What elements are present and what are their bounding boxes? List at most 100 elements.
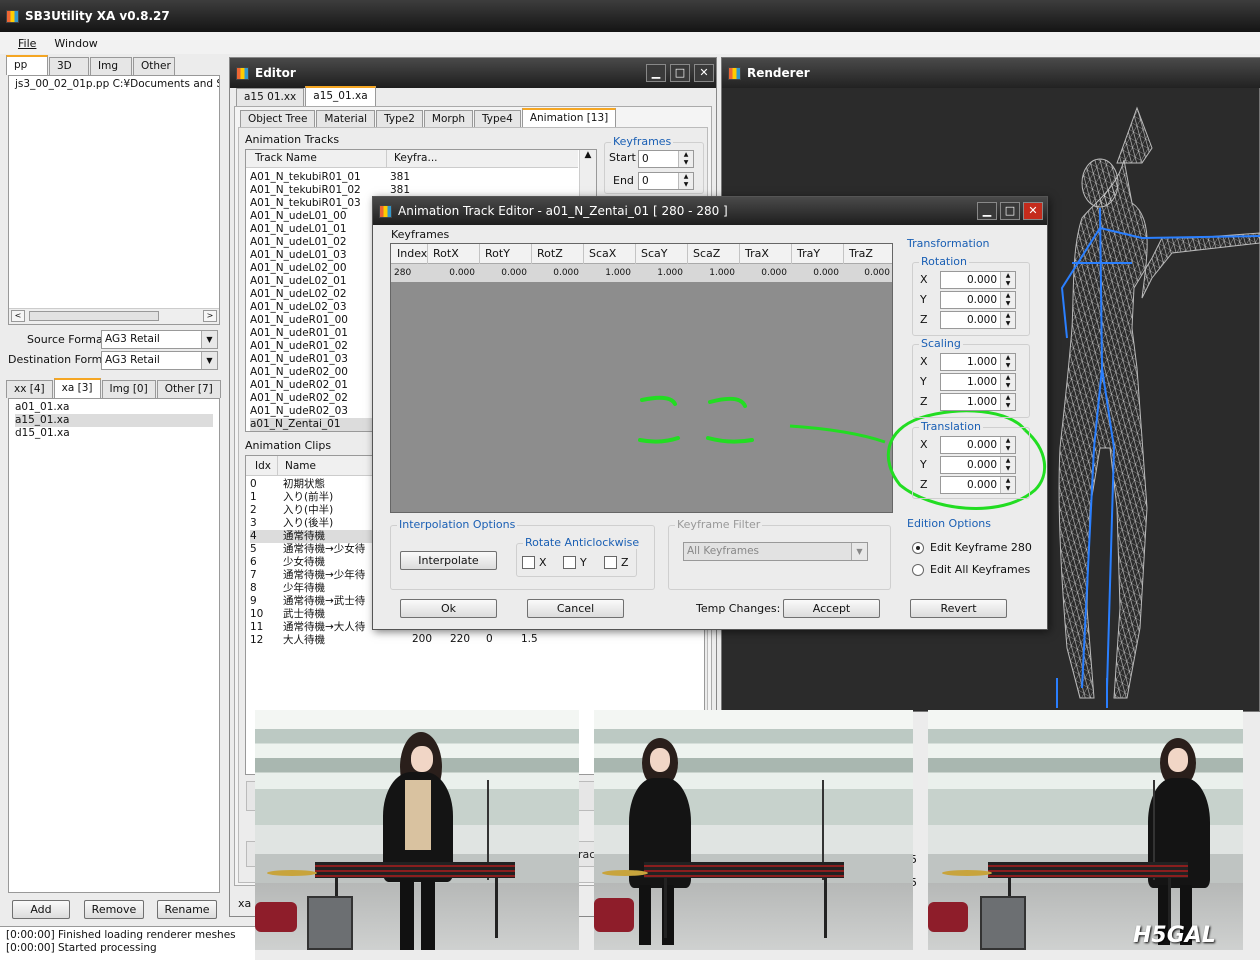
cancel-button[interactable]: Cancel [527,599,624,618]
column-header-keyframes[interactable]: Keyfra... [394,152,438,164]
editor-titlebar: Editor ▁ □ ✕ [230,58,716,88]
ok-button[interactable]: Ok [400,599,497,618]
spinner-icon[interactable]: ▲ ▼ [1000,312,1015,328]
tab-3d[interactable]: 3D [49,57,89,75]
edit-all-keyframes-radio[interactable] [912,564,924,576]
spinner-icon[interactable]: ▲ ▼ [1000,272,1015,288]
column-header[interactable]: ScaZ [693,247,720,260]
list-item[interactable]: a15_01.xa [15,414,213,427]
tab-other[interactable]: Other [133,57,175,75]
tab-xa[interactable]: xa [3] [53,378,101,398]
tab-type4[interactable]: Type4 [474,110,521,128]
column-header-idx[interactable]: Idx [255,460,271,472]
translation-y-input[interactable]: 0.000 ▲ ▼ [940,456,1016,474]
tab-material[interactable]: Material [316,110,376,128]
spinner-icon[interactable]: ▲ ▼ [1000,394,1015,410]
spinner-icon[interactable]: ▲ ▼ [1000,374,1015,390]
edit-keyframe-radio[interactable] [912,542,924,554]
dialog-maximize-button[interactable]: □ [1000,202,1020,220]
source-format-select[interactable]: AG3 Retail ▼ [101,330,218,349]
translation-z-input[interactable]: 0.000 ▲ ▼ [940,476,1016,494]
rotation-x-input[interactable]: 0.000 ▲ ▼ [940,271,1016,289]
list-item[interactable]: a01_01.xa [15,401,213,414]
editor-bottom-tab[interactable]: xa [238,897,251,910]
clip-idx: 1 [250,491,257,503]
end-input[interactable]: 0 ▲ ▼ [638,172,694,190]
column-header[interactable]: RotZ [537,247,563,260]
tab-object-tree[interactable]: Object Tree [240,110,316,128]
accept-button[interactable]: Accept [783,599,880,618]
column-header[interactable]: Index [397,247,427,260]
horizontal-scrollbar[interactable]: < > [9,308,219,324]
list-item[interactable]: d15_01.xa [15,427,213,440]
minimize-button[interactable]: ▁ [646,64,666,82]
tab-animation[interactable]: Animation [13] [521,108,617,128]
cell-value: 0.000 [864,268,890,278]
spinner-icon[interactable]: ▲ ▼ [678,173,693,189]
cell-value: 0.000 [761,268,787,278]
spinner-icon[interactable]: ▲ ▼ [678,151,693,167]
clip-name: 入り(前半) [283,491,334,503]
tab-other-files[interactable]: Other [7] [156,380,221,398]
clip-idx: 10 [250,608,264,620]
scaling-x-input[interactable]: 1.000 ▲ ▼ [940,353,1016,371]
start-input[interactable]: 0 ▲ ▼ [638,150,694,168]
column-header[interactable]: TraY [797,247,820,260]
spinner-icon[interactable]: ▲ ▼ [1000,354,1015,370]
tab-type2[interactable]: Type2 [376,110,423,128]
scaling-y-input[interactable]: 1.000 ▲ ▼ [940,373,1016,391]
table-row[interactable]: 280 0.000 0.000 0.000 1.000 1.000 1.000 0.000 0.… [391,264,892,282]
left-bottom-tabs: xx [4] xa [3] Img [0] Other [7] [6,378,222,398]
tab-img-files[interactable]: Img [0] [101,380,156,398]
keyframe-filter-select[interactable]: All Keyframes ▼ [683,542,868,561]
revert-button[interactable]: Revert [910,599,1007,618]
rotate-z-checkbox[interactable] [604,556,617,569]
tab-morph[interactable]: Morph [423,110,474,128]
source-format-value: AG3 Retail [105,333,160,345]
clip-values: 200 220 0 1.5 [412,633,552,646]
column-header[interactable]: ScaY [641,247,668,260]
rotation-z-input[interactable]: 0.000 ▲ ▼ [940,311,1016,329]
maximize-button[interactable]: □ [670,64,690,82]
column-header[interactable]: TraZ [849,247,873,260]
rotation-y-input[interactable]: 0.000 ▲ ▼ [940,291,1016,309]
dialog-close-button[interactable]: ✕ [1023,202,1043,220]
column-header[interactable]: RotX [433,247,459,260]
rotate-y-checkbox[interactable] [563,556,576,569]
add-button[interactable]: Add [12,900,70,919]
menu-file[interactable]: File [18,37,36,50]
translation-x-input[interactable]: 0.000 ▲ ▼ [940,436,1016,454]
column-header-name[interactable]: Name [285,460,316,472]
spinner-icon[interactable]: ▲ ▼ [1000,477,1015,493]
tab-xa-file[interactable]: a15_01.xa [305,86,376,106]
tab-xx-file[interactable]: a15 01.xx [236,88,305,106]
cell-value: 0.000 [813,268,839,278]
clip-idx: 0 [250,478,257,490]
column-header[interactable]: RotY [485,247,510,260]
scaling-z-input[interactable]: 1.000 ▲ ▼ [940,393,1016,411]
xa-file-list[interactable]: a01_01.xa a15_01.xa d15_01.xa [8,398,220,893]
destination-format-select[interactable]: AG3 Retail ▼ [101,351,218,370]
pp-file-item[interactable]: js3_00_02_01p.pp C:¥Documents and Se [9,76,219,90]
tab-xx[interactable]: xx [4] [6,380,53,398]
column-header[interactable]: ScaX [589,247,616,260]
spinner-icon[interactable]: ▲ ▼ [1000,292,1015,308]
interpolate-button[interactable]: Interpolate [400,551,497,570]
spinner-icon[interactable]: ▲ ▼ [1000,437,1015,453]
menu-window[interactable]: Window [54,37,97,50]
spinner-icon[interactable]: ▲ ▼ [1000,457,1015,473]
tab-img[interactable]: Img [90,57,132,75]
column-header[interactable]: TraX [745,247,769,260]
renderer-titlebar: Renderer [722,58,1260,88]
transformation-label: Transformation [905,237,992,250]
rotate-anticlockwise-label: Rotate Anticlockwise [523,536,642,549]
close-button[interactable]: ✕ [694,64,714,82]
rotate-x-checkbox[interactable] [522,556,535,569]
rename-button[interactable]: Rename [157,900,217,919]
remove-button[interactable]: Remove [84,900,144,919]
table-row[interactable]: A01_N_tekubiR01_01 381 [250,171,576,184]
dialog-minimize-button[interactable]: ▁ [977,202,997,220]
column-header-track-name[interactable]: Track Name [255,152,317,164]
pp-file-list[interactable]: js3_00_02_01p.pp C:¥Documents and Se < > [8,75,220,325]
tab-pp[interactable]: pp [6,55,48,75]
